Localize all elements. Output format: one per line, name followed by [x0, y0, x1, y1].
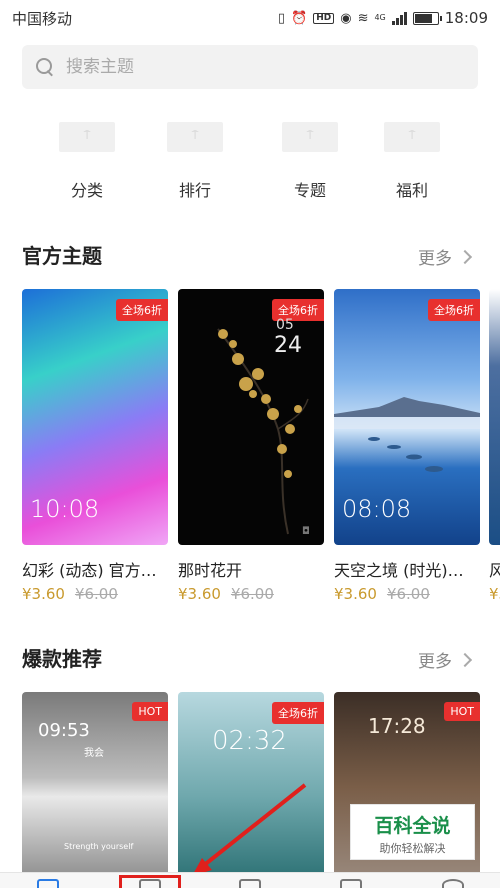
- preview-clock: 09:53: [38, 720, 90, 741]
- nav-profile-icon[interactable]: [442, 879, 464, 888]
- original-price: ¥6.00: [386, 585, 430, 603]
- category-label: 排行: [178, 181, 211, 200]
- hot-badge: HOT: [132, 702, 168, 721]
- ranking-icon: [167, 122, 223, 152]
- category-icon: [59, 122, 115, 152]
- preview-clock: 17:28: [368, 714, 426, 738]
- wifi-icon: ≋: [357, 10, 369, 26]
- official-more-link[interactable]: 更多: [418, 244, 473, 269]
- more-label: 更多: [418, 249, 452, 269]
- sale-price: ¥3: [489, 585, 500, 603]
- watermark-subtitle: 助你轻松解决: [379, 842, 446, 855]
- theme-name: 风: [489, 557, 500, 581]
- price-row: ¥3: [489, 585, 500, 603]
- search-input[interactable]: [66, 57, 446, 77]
- eye-icon: ◉: [340, 10, 352, 26]
- camera-icon: ◘: [302, 526, 310, 537]
- sale-badge: 全场6折: [428, 299, 480, 321]
- sale-price: ¥3.60: [178, 585, 221, 603]
- status-bar: 中国移动 ▯ ⏰ HD ◉ ≋ 4G 18:09: [0, 0, 500, 36]
- clock-time: 18:09: [444, 9, 488, 27]
- alarm-icon: ⏰: [291, 10, 308, 26]
- preview-clock: 02:32: [212, 726, 287, 756]
- price-row: ¥3.60 ¥6.00: [22, 585, 168, 603]
- nav-font-icon[interactable]: [340, 879, 362, 888]
- theme-thumbnail[interactable]: 全场6折 08:08: [334, 289, 480, 545]
- sale-badge: 全场6折: [272, 702, 324, 724]
- hd-icon: HD: [313, 12, 335, 24]
- topic-icon: [282, 122, 338, 152]
- nav-wallpaper-icon[interactable]: [239, 879, 261, 888]
- theme-thumbnail[interactable]: HOT 09:53 我会 Strength yourself: [22, 692, 168, 882]
- theme-thumbnail[interactable]: 全场6折 05 24 ◘: [178, 289, 324, 545]
- sale-price: ¥3.60: [22, 585, 65, 603]
- original-price: ¥6.00: [230, 585, 274, 603]
- preview-clock: 10:08: [30, 495, 100, 523]
- sale-badge: 全场6折: [116, 299, 168, 321]
- theme-card[interactable]: 风 ¥3: [489, 289, 500, 603]
- theme-store-page: 中国移动 ▯ ⏰ HD ◉ ≋ 4G 18:09 分类 排行: [0, 0, 500, 888]
- preview-clock: 08:08: [342, 495, 412, 523]
- bottom-nav: [0, 872, 500, 888]
- theme-name: 幻彩 (动态) 官方…: [22, 561, 157, 580]
- sale-price: ¥3.60: [334, 585, 377, 603]
- annotation-highlight-box: [119, 875, 181, 888]
- theme-thumbnail[interactable]: 全场6折 10:08: [22, 289, 168, 545]
- category-label: 专题: [293, 181, 326, 200]
- carrier-label: 中国移动: [12, 9, 73, 28]
- more-label: 更多: [418, 652, 452, 672]
- popular-card[interactable]: 全场6折 02:32: [178, 692, 324, 882]
- status-icons: ▯ ⏰ HD ◉ ≋ 4G 18:09: [278, 9, 488, 27]
- nav-home-icon[interactable]: [37, 879, 59, 888]
- signal-icon: [391, 11, 407, 25]
- price-row: ¥3.60 ¥6.00: [178, 585, 324, 603]
- category-item-classify[interactable]: 分类: [37, 122, 137, 201]
- gift-icon: [384, 122, 440, 152]
- hot-badge: HOT: [444, 702, 480, 721]
- theme-thumbnail[interactable]: 全场6折 02:32: [178, 692, 324, 882]
- flower-branch-illustration: [217, 328, 309, 535]
- category-label: 福利: [395, 181, 428, 200]
- preview-clock-hour: 05: [276, 317, 294, 333]
- theme-thumbnail[interactable]: [489, 289, 500, 545]
- battery-icon: [412, 11, 442, 25]
- official-themes-title: 官方主题: [22, 244, 102, 268]
- chevron-right-icon: [457, 249, 473, 264]
- popular-themes-title: 爆款推荐: [22, 647, 102, 671]
- original-price: ¥6.00: [74, 585, 118, 603]
- preview-clock-minute: 24: [274, 333, 302, 358]
- category-item-topic[interactable]: 专题: [260, 122, 360, 201]
- theme-name: 那时花开: [178, 561, 243, 580]
- price-row: ¥3.60 ¥6.00: [334, 585, 480, 603]
- search-bar[interactable]: [22, 45, 478, 89]
- category-item-welfare[interactable]: 福利: [362, 122, 462, 201]
- theme-name: 天空之境 (时光)…: [334, 561, 464, 580]
- theme-card[interactable]: 全场6折 08:08 天空之境 (时光)… ¥3.60 ¥6.00: [334, 289, 480, 603]
- watermark-logo: 百科全说 助你轻松解决: [350, 804, 475, 860]
- theme-card[interactable]: 全场6折 05 24 ◘ 那时花开 ¥3.60 ¥6.00: [178, 289, 324, 603]
- theme-card[interactable]: 全场6折 10:08 幻彩 (动态) 官方… ¥3.60 ¥6.00: [22, 289, 168, 603]
- preview-caption: 我会: [84, 748, 104, 759]
- category-row: 分类 排行 专题 福利: [0, 122, 500, 212]
- watermark-title: 百科全说: [374, 815, 451, 837]
- popular-card[interactable]: HOT 09:53 我会 Strength yourself: [22, 692, 168, 882]
- search-icon: [36, 58, 54, 76]
- vibrate-icon: ▯: [277, 10, 286, 26]
- category-item-ranking[interactable]: 排行: [145, 122, 245, 201]
- category-label: 分类: [70, 181, 103, 200]
- preview-caption: Strength yourself: [64, 842, 134, 851]
- popular-more-link[interactable]: 更多: [418, 647, 473, 672]
- chevron-right-icon: [457, 652, 473, 667]
- network-type-label: 4G: [374, 13, 386, 22]
